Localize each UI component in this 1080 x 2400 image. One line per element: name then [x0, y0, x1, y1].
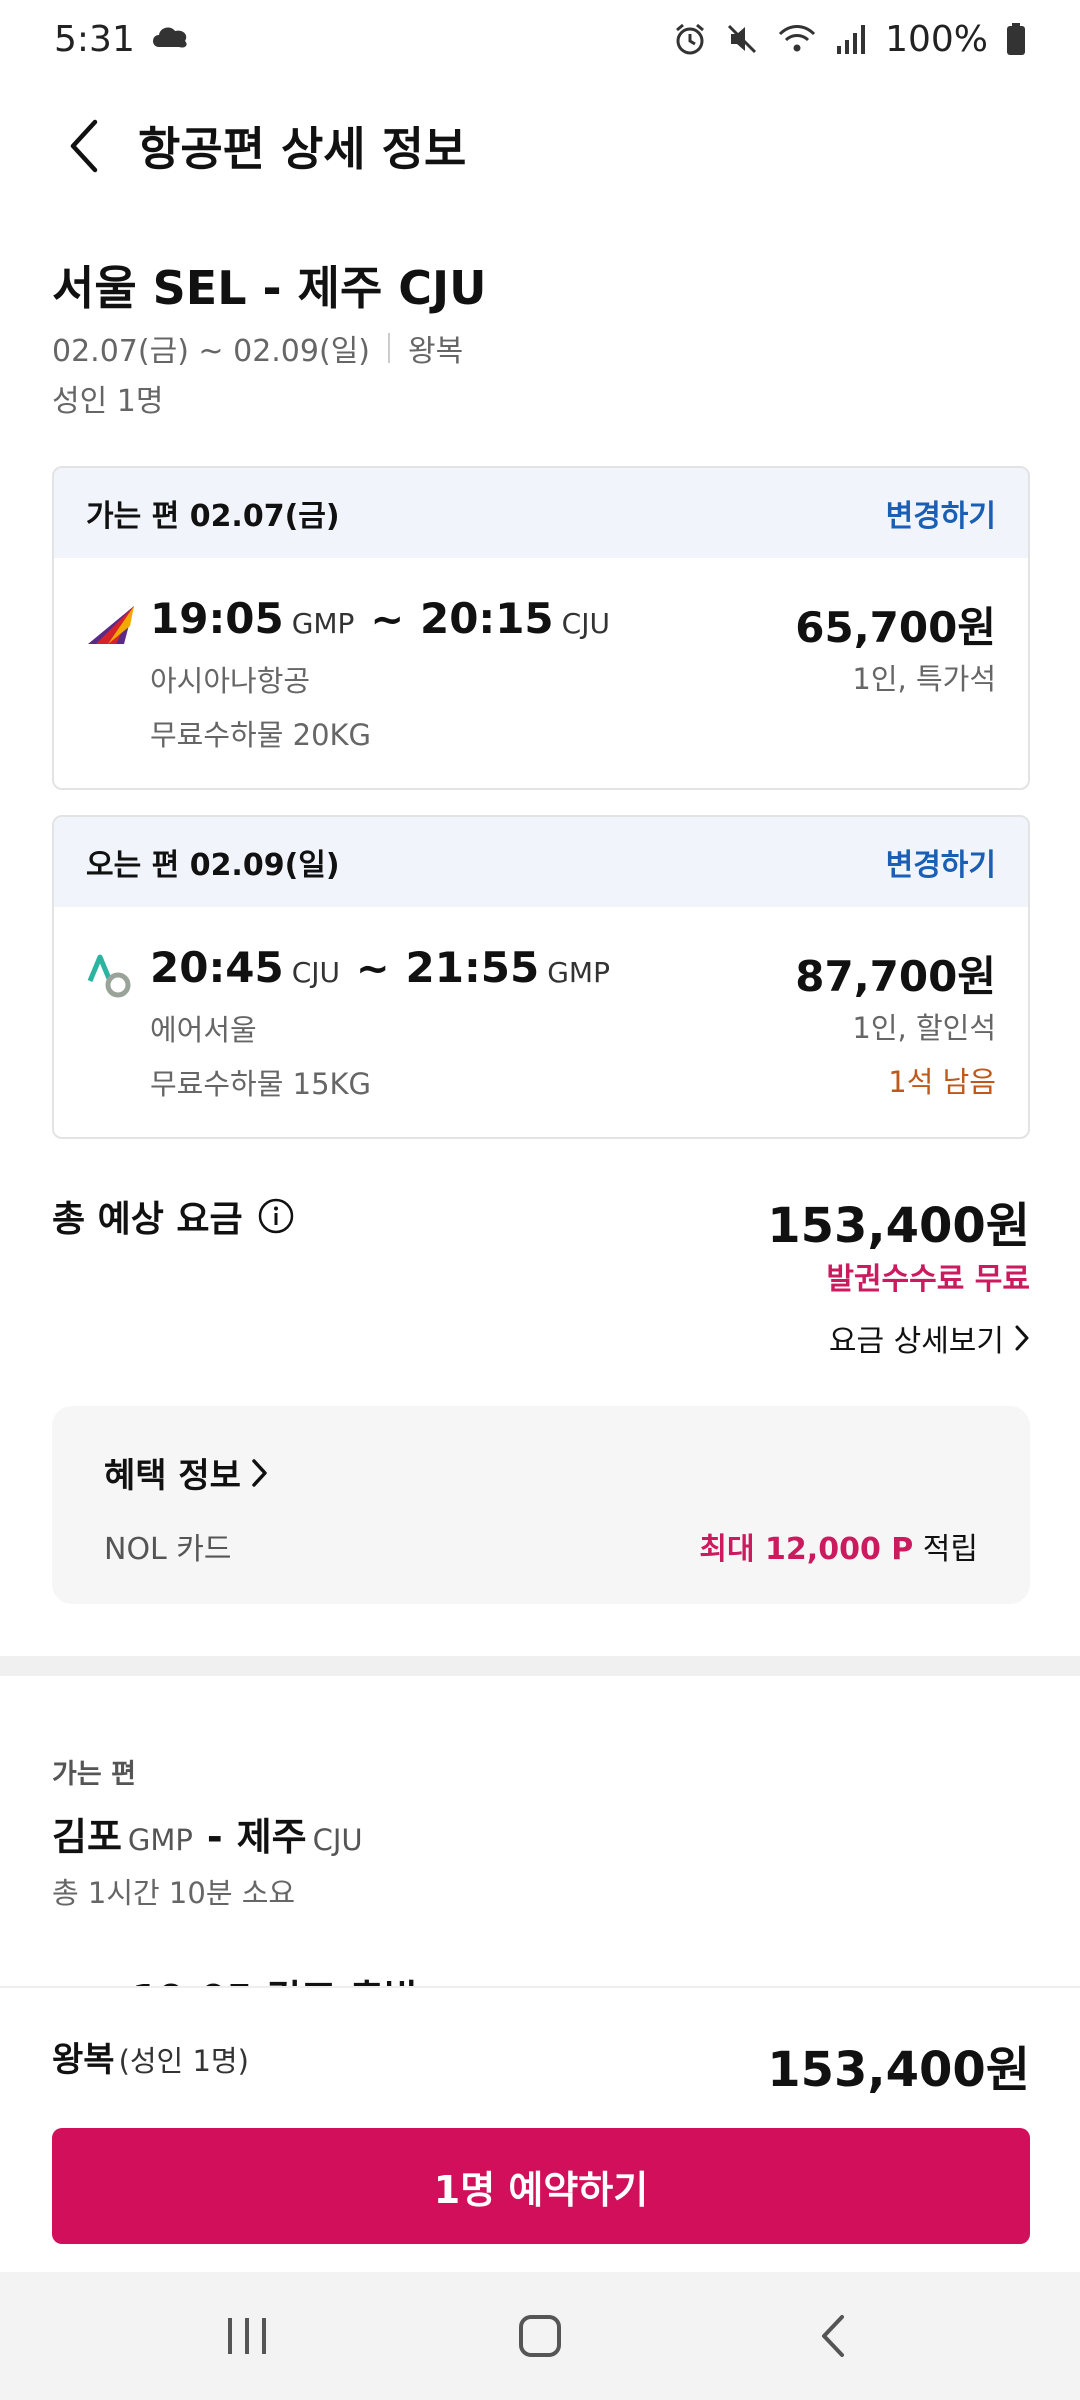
cloud-icon — [149, 19, 191, 60]
home-button[interactable] — [460, 2286, 620, 2386]
airline-name: 아시아나항공 — [150, 664, 311, 698]
card-header: 오는 편 02.09(일) 변경하기 — [54, 817, 1028, 907]
passenger-summary: (성인 1명) — [118, 2044, 249, 2078]
benefit-info-link[interactable]: 혜택 정보 — [104, 1448, 269, 1497]
bottom-total-amount: 153,400원 — [767, 2042, 1030, 2098]
back-nav-button[interactable] — [753, 2286, 913, 2386]
alarm-icon — [673, 22, 707, 56]
flight-price: 87,700원 — [795, 952, 996, 1001]
baggage-allowance: 무료수하물 20KG — [150, 718, 372, 752]
total-fare-label: 총 예상 요금 — [52, 1199, 243, 1240]
status-left: 5:31 — [54, 19, 191, 60]
trip-type: 왕복 — [408, 334, 464, 369]
section-divider — [0, 1656, 1080, 1676]
fare-class: 1인, 할인석 — [852, 1011, 996, 1045]
battery-icon — [1006, 22, 1026, 56]
card-header: 가는 편 02.07(금) 변경하기 — [54, 468, 1028, 558]
points-suffix: 적립 — [922, 1532, 978, 1567]
flight-price: 65,700원 — [795, 603, 996, 652]
air-seoul-logo-icon — [87, 954, 131, 998]
baggage-allowance: 무료수하물 15KG — [150, 1067, 372, 1101]
system-nav-bar — [0, 2272, 1080, 2400]
departure-airport: CJU — [291, 956, 341, 989]
info-icon[interactable] — [257, 1197, 295, 1235]
arrival-airport: GMP — [547, 956, 610, 989]
flight-duration: 총 1시간 10분 소요 — [52, 1876, 296, 1910]
trip-summary: 왕복 (성인 1명) — [52, 2032, 249, 2081]
benefit-points: 최대 12,000 P 적립 — [699, 1524, 978, 1568]
change-inbound-button[interactable]: 변경하기 — [886, 840, 996, 884]
fare-class: 1인, 특가석 — [852, 662, 996, 696]
departure-time: 19:05 — [150, 594, 284, 643]
page-title: 항공편 상세 정보 — [138, 122, 467, 176]
route-dash: - — [206, 1815, 223, 1859]
chevron-right-icon — [252, 1458, 267, 1487]
airline-name: 에어서울 — [150, 1013, 257, 1047]
from-code: GMP — [127, 1823, 193, 1857]
total-fare-amount: 153,400원 — [767, 1198, 1030, 1254]
tilde: ~ — [370, 597, 404, 643]
chevron-left-icon — [70, 119, 98, 173]
route-dates-row: 02.07(금) ~ 02.09(일) 왕복 — [52, 326, 463, 370]
change-outbound-button[interactable]: 변경하기 — [886, 491, 996, 535]
travel-dates: 02.07(금) ~ 02.09(일) — [52, 334, 370, 369]
to-code: CJU — [312, 1823, 363, 1857]
wifi-icon — [777, 22, 817, 56]
inbound-flight-card: 오는 편 02.09(일) 변경하기 20:45 CJU ~ 21:55 GMP… — [52, 815, 1030, 1139]
benefit-card-name: NOL 카드 — [104, 1532, 232, 1567]
departure-time: 20:45 — [150, 943, 284, 992]
trip-type: 왕복 — [52, 2040, 115, 2080]
total-fare-label-row: 총 예상 요금 — [52, 1190, 295, 1242]
recent-apps-button[interactable] — [167, 2286, 327, 2386]
fare-detail-label: 요금 상세보기 — [828, 1324, 1004, 1359]
flight-times: 20:45 CJU ~ 21:55 GMP — [150, 943, 618, 992]
route-title: 서울 SEL - 제주 CJU — [52, 261, 487, 315]
home-icon — [518, 2315, 561, 2357]
to-city: 제주 — [236, 1815, 307, 1859]
benefit-info-box: 혜택 정보 NOL 카드 최대 12,000 P 적립 — [52, 1406, 1030, 1604]
ticketing-fee-note: 발권수수료 무료 — [826, 1262, 1030, 1297]
flight-times: 19:05 GMP ~ 20:15 CJU — [150, 594, 618, 643]
card-body: 19:05 GMP ~ 20:15 CJU 아시아나항공 무료수하물 20KG … — [54, 558, 1028, 788]
card-body: 20:45 CJU ~ 21:55 GMP 에어서울 무료수하물 15KG 87… — [54, 907, 1028, 1137]
app-header: 항공편 상세 정보 — [0, 100, 1080, 192]
status-right: 100% — [673, 19, 1026, 60]
fare-detail-link[interactable]: 요금 상세보기 — [829, 1316, 1030, 1360]
status-bar: 5:31 100% — [0, 0, 1080, 78]
asiana-logo-icon — [88, 606, 134, 644]
book-button[interactable]: 1명 예약하기 — [52, 2128, 1030, 2244]
back-icon — [822, 2315, 845, 2357]
arrival-time: 21:55 — [405, 943, 540, 992]
divider — [388, 333, 390, 363]
passenger-count: 성인 1명 — [52, 384, 164, 419]
arrival-airport: CJU — [561, 607, 610, 640]
detail-route: 김포 GMP - 제주 CJU — [52, 1806, 371, 1861]
seats-left-badge: 1석 남음 — [888, 1065, 996, 1099]
leg-label: 가는 편 02.07(금) — [86, 499, 340, 534]
points-amount: 최대 12,000 P — [699, 1532, 914, 1567]
benefit-title: 혜택 정보 — [104, 1456, 241, 1496]
departure-airport: GMP — [291, 607, 355, 640]
tilde: ~ — [356, 946, 390, 992]
recent-apps-icon — [227, 2318, 266, 2354]
detail-leg-label: 가는 편 — [52, 1759, 136, 1790]
chevron-right-icon — [1015, 1325, 1029, 1351]
back-button[interactable] — [28, 100, 138, 192]
from-city: 김포 — [52, 1815, 122, 1859]
status-time: 5:31 — [54, 18, 135, 60]
leg-label: 오는 편 02.09(일) — [86, 848, 340, 883]
arrival-time: 20:15 — [419, 594, 554, 643]
booking-bottom-bar: 왕복 (성인 1명) 153,400원 1명 예약하기 — [0, 1986, 1080, 2272]
outbound-flight-card: 가는 편 02.07(금) 변경하기 19:05 GMP ~ 20:15 CJU… — [52, 466, 1030, 790]
mute-icon — [725, 22, 759, 56]
signal-icon — [835, 22, 867, 56]
battery-label: 100% — [885, 18, 988, 60]
